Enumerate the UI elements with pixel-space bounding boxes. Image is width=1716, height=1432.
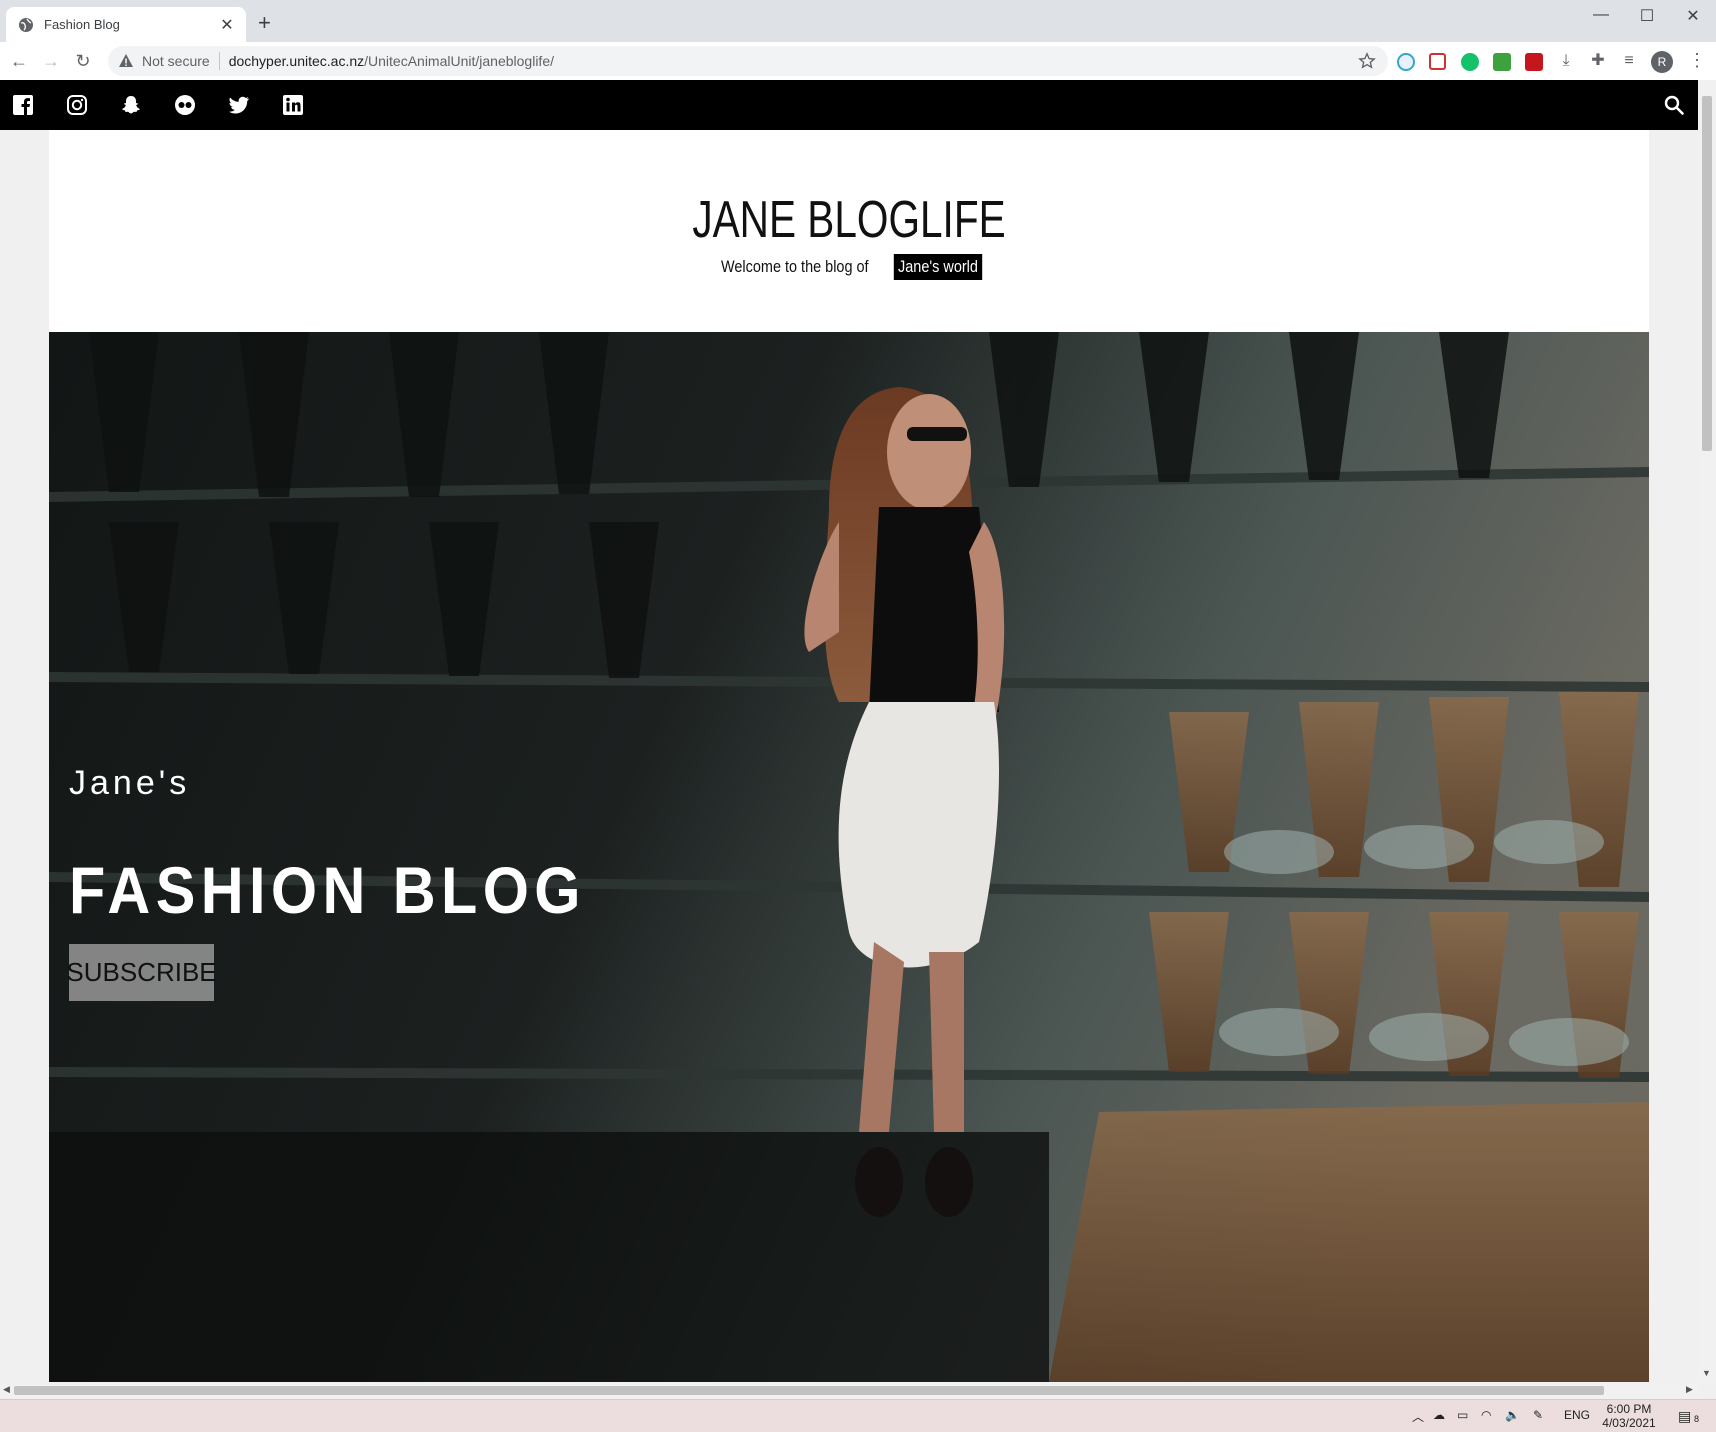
- facebook-icon[interactable]: [12, 94, 34, 116]
- minimize-button[interactable]: —: [1584, 6, 1618, 26]
- horizontal-scroll-thumb[interactable]: [14, 1386, 1604, 1395]
- url-path: /UnitecAnimalUnit/janebloglife/: [364, 53, 554, 69]
- site-title[interactable]: JANE BLOGLIFE: [225, 190, 1473, 250]
- taskbar: ︿ ☁ ▭ ◠ 🔈 ✎ ENG 6:00 PM 4/03/2021 ▤ 8: [0, 1399, 1716, 1432]
- address-bar[interactable]: Not secure dochyper.unitec.ac.nz /Unitec…: [108, 46, 1388, 76]
- pocket-icon[interactable]: [1429, 53, 1446, 70]
- search-icon[interactable]: [1664, 95, 1684, 115]
- reading-list-icon[interactable]: ≡: [1618, 50, 1640, 72]
- menu-kebab-icon[interactable]: ⋮: [1688, 50, 1706, 71]
- separator: [218, 52, 220, 70]
- onedrive-icon[interactable]: ☁: [1433, 1408, 1445, 1424]
- tab-title: Fashion Blog: [44, 17, 120, 32]
- extension-icon-4[interactable]: [1493, 53, 1511, 71]
- tab-strip: Fashion Blog ✕ + — ☐ ✕: [0, 0, 1716, 42]
- tray-chevron-icon[interactable]: ︿: [1412, 1408, 1424, 1424]
- pen-icon[interactable]: ✎: [1533, 1408, 1543, 1424]
- bookmark-star-icon[interactable]: [1358, 52, 1376, 70]
- site-tagline: Welcome to the blog of Jane's world: [49, 254, 1649, 280]
- hero-title: FASHION BLOG: [69, 853, 586, 927]
- battery-icon[interactable]: ▭: [1457, 1408, 1468, 1424]
- reload-icon[interactable]: ↻: [72, 50, 94, 72]
- url-host: dochyper.unitec.ac.nz: [228, 53, 365, 69]
- globe-icon: [19, 17, 33, 32]
- vertical-scroll-thumb[interactable]: [1702, 96, 1712, 451]
- grammarly-icon[interactable]: [1461, 53, 1479, 71]
- warning-icon: [119, 54, 133, 67]
- browser-toolbar: ← → ↻ Not secure dochyper.unitec.ac.nz /…: [0, 42, 1716, 81]
- close-window-button[interactable]: ✕: [1676, 6, 1710, 26]
- linkedin-icon[interactable]: [282, 94, 304, 116]
- back-arrow-icon[interactable]: ←: [8, 50, 30, 72]
- language-indicator[interactable]: ENG: [1564, 1408, 1590, 1424]
- download-icon[interactable]: ⤓: [1555, 50, 1577, 72]
- hero-banner: Jane's FASHION BLOG SUBSCRIBE: [49, 332, 1649, 1382]
- forward-arrow-icon[interactable]: →: [40, 50, 62, 72]
- tagline-text: Welcome to the blog of: [721, 257, 869, 276]
- browser-tab[interactable]: Fashion Blog ✕: [6, 7, 246, 42]
- hero-pretitle: Jane's: [69, 764, 191, 802]
- vertical-scrollbar[interactable]: ▼: [1698, 80, 1716, 1382]
- notification-count: 8: [1694, 1414, 1700, 1424]
- scroll-left-icon[interactable]: ◀: [3, 1384, 10, 1395]
- instagram-icon[interactable]: [66, 94, 88, 116]
- notifications-icon[interactable]: ▤: [1678, 1408, 1691, 1424]
- tagline-highlight: Jane's world: [893, 254, 982, 280]
- clock[interactable]: 6:00 PM 4/03/2021: [1594, 1402, 1664, 1430]
- scroll-down-icon[interactable]: ▼: [1702, 1368, 1711, 1378]
- page-viewport: JANE BLOGLIFE Welcome to the blog of Jane…: [0, 80, 1698, 1382]
- clock-time: 6:00 PM: [1606, 1402, 1652, 1416]
- flickr-icon[interactable]: [174, 94, 196, 116]
- extension-icon-1[interactable]: [1397, 53, 1415, 71]
- scroll-right-icon[interactable]: ▶: [1686, 1384, 1693, 1395]
- snapchat-icon[interactable]: [120, 94, 142, 116]
- volume-icon[interactable]: 🔈: [1505, 1408, 1520, 1424]
- profile-avatar[interactable]: R: [1651, 51, 1673, 73]
- subscribe-button[interactable]: SUBSCRIBE: [66, 944, 217, 1001]
- clock-date: 4/03/2021: [1602, 1416, 1656, 1430]
- new-tab-button[interactable]: +: [258, 12, 271, 34]
- horizontal-scrollbar[interactable]: ◀ ▶: [0, 1382, 1698, 1399]
- social-bar: [0, 80, 1698, 130]
- content-card: JANE BLOGLIFE Welcome to the blog of Jane…: [49, 130, 1649, 1382]
- not-secure-label: Not secure: [142, 53, 210, 69]
- twitter-icon[interactable]: [228, 94, 250, 116]
- close-tab-icon[interactable]: ✕: [218, 15, 236, 35]
- wifi-icon[interactable]: ◠: [1481, 1408, 1491, 1424]
- extensions-puzzle-icon[interactable]: ✚: [1587, 50, 1609, 72]
- maximize-button[interactable]: ☐: [1630, 6, 1664, 26]
- pdf-icon[interactable]: [1525, 53, 1543, 71]
